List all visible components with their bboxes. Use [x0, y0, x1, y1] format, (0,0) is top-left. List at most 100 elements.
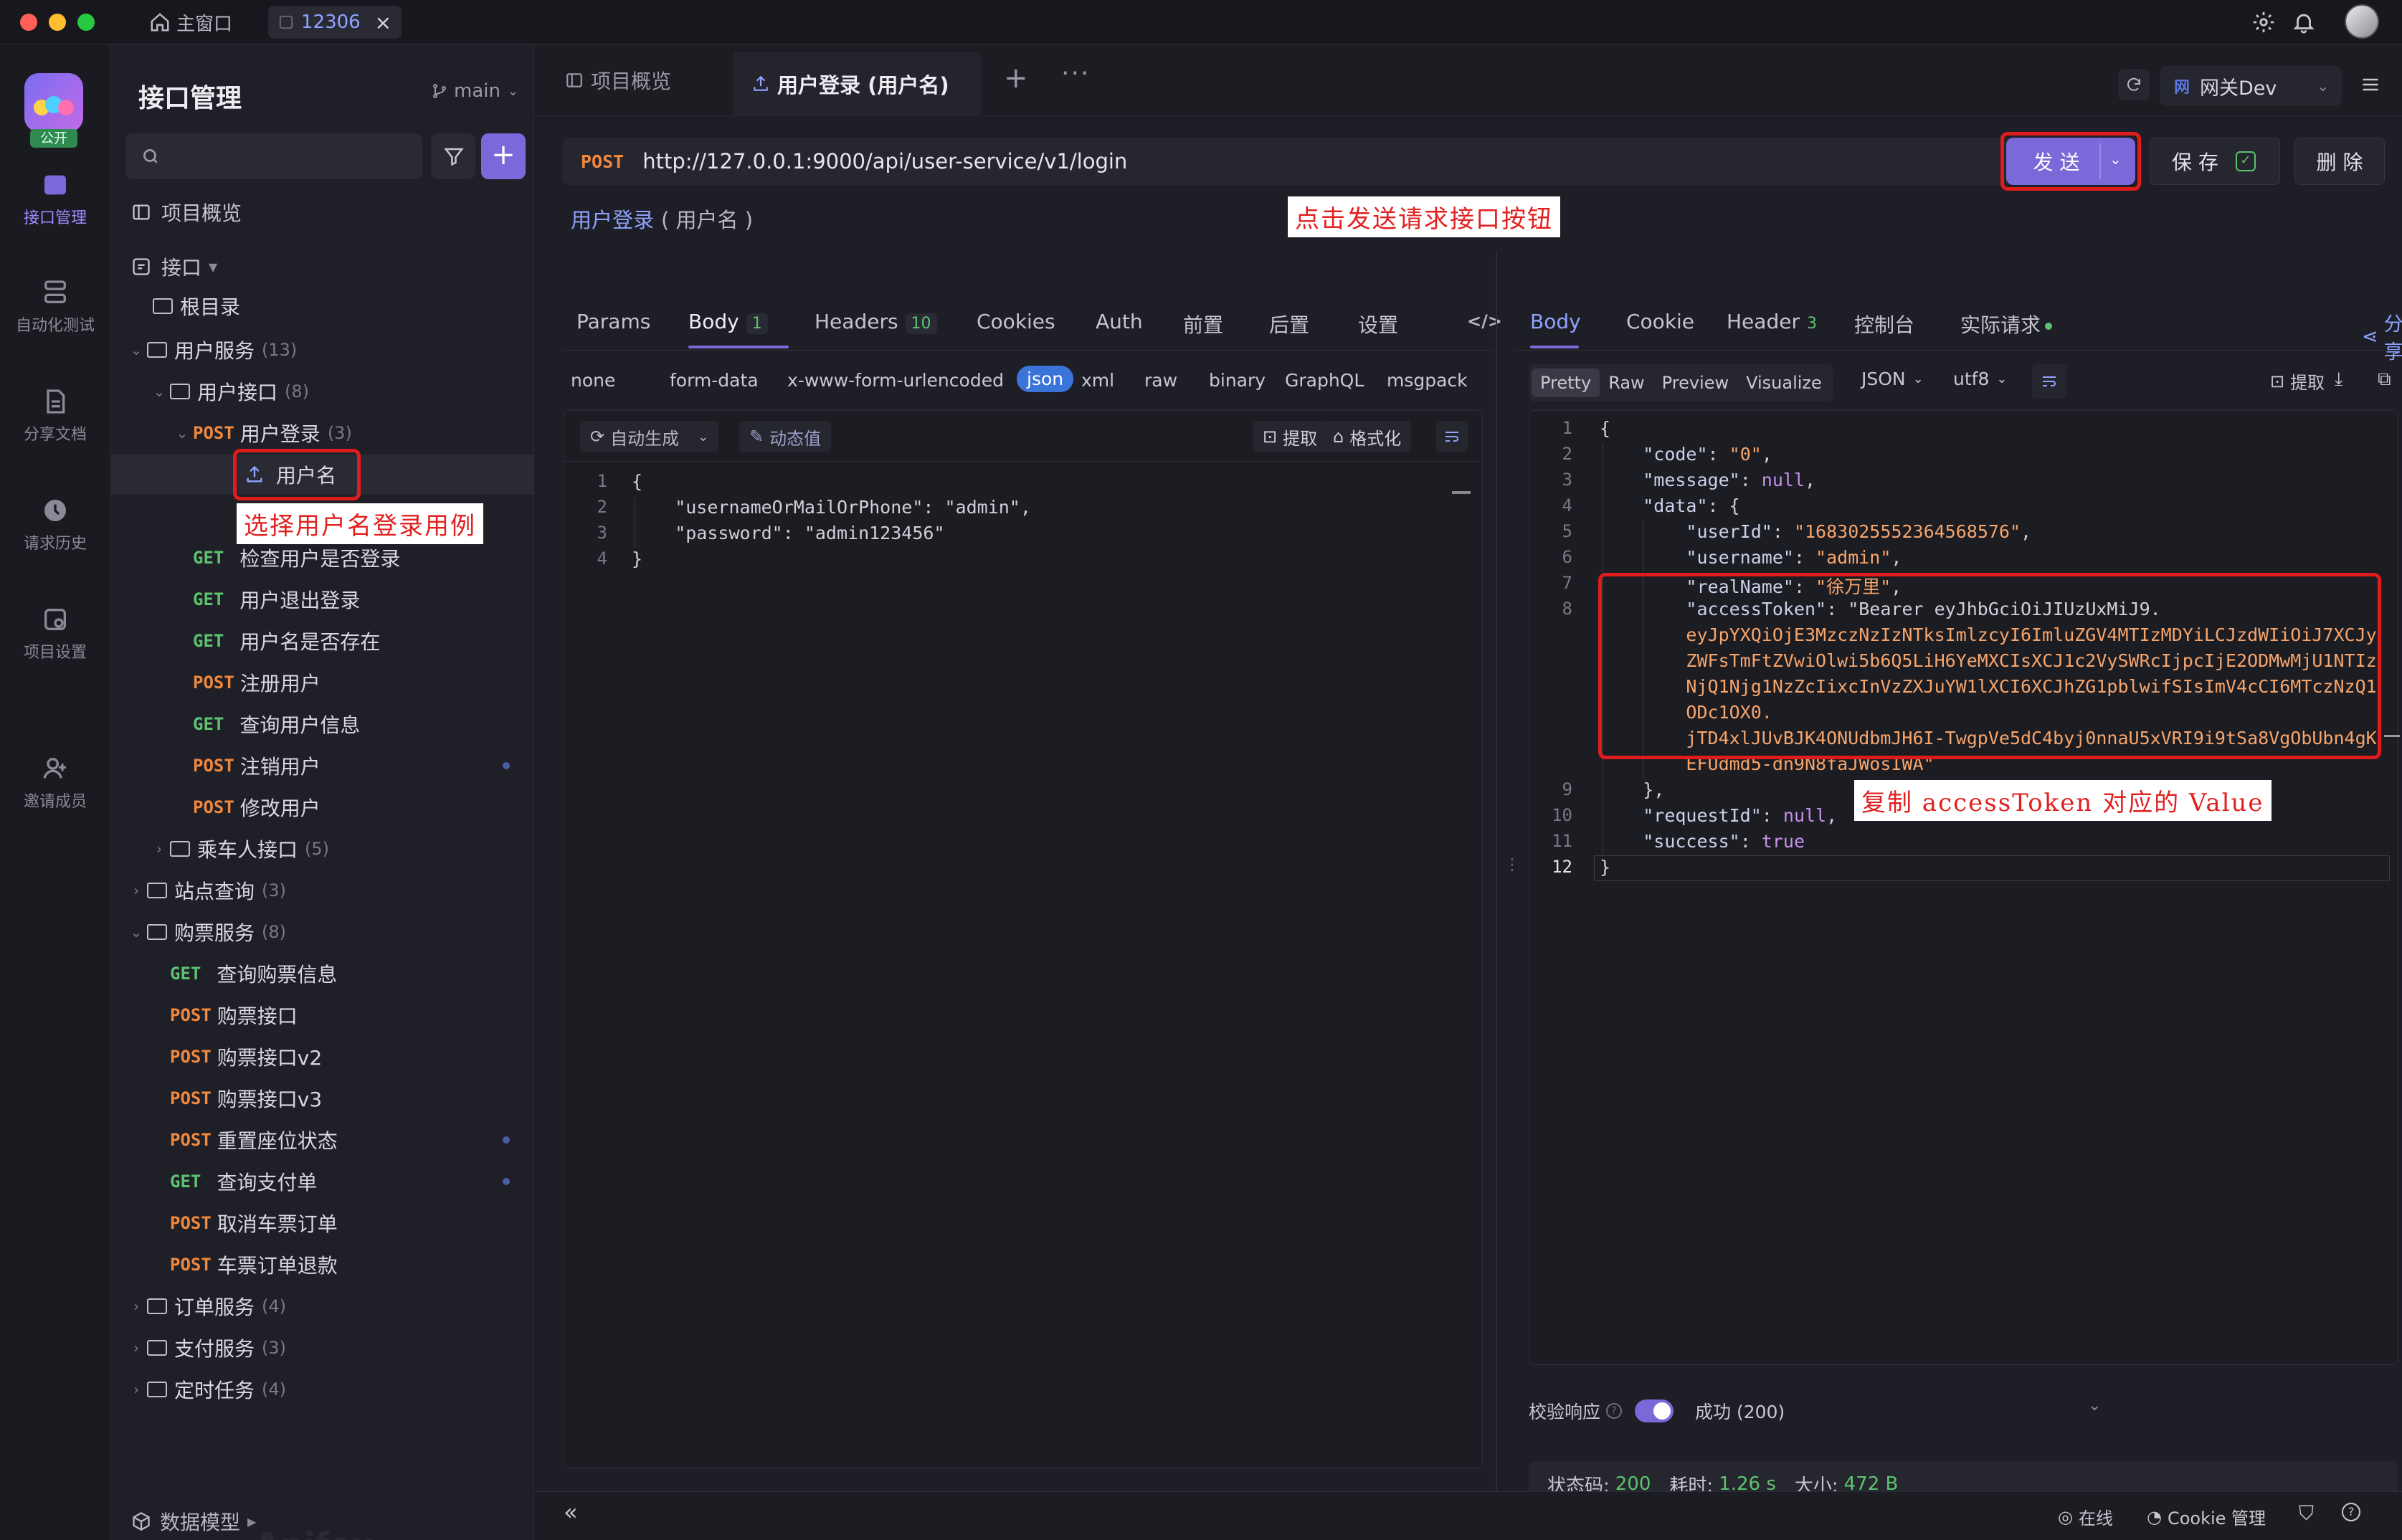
new-tab-plus-icon[interactable]: + — [1004, 62, 1028, 95]
extract-button[interactable]: ⊡ 提取 — [1253, 421, 1328, 452]
tree-folder[interactable]: ⌄ 用户服务 (13) — [125, 330, 298, 370]
response-tab[interactable]: Body — [1530, 310, 1581, 348]
tree-api[interactable]: POST 购票接口v3 — [148, 1078, 322, 1118]
response-tab[interactable]: 实际请求 — [1960, 310, 2053, 338]
tree-folder[interactable]: ⌄ 购票服务 (8) — [125, 912, 286, 952]
refresh-button[interactable] — [2118, 69, 2150, 100]
view-option[interactable]: Visualize — [1737, 369, 1831, 397]
copy-icon[interactable]: ⧉ — [2378, 369, 2391, 391]
chevron-right-icon[interactable]: › — [125, 1339, 147, 1356]
project-tab[interactable]: 12306 × — [268, 6, 402, 39]
chevron-down-icon[interactable]: ⌄ — [125, 923, 147, 941]
url-input[interactable]: http://127.0.0.1:9000/api/user-service/v… — [642, 149, 1127, 174]
body-type-option[interactable]: x-www-form-urlencoded — [787, 370, 1004, 391]
help-icon[interactable]: ? — [2342, 1503, 2360, 1521]
rail-item-project-settings[interactable]: 项目设置 — [0, 605, 110, 662]
tree-api[interactable]: POST 购票接口 — [148, 995, 298, 1035]
body-type-option[interactable]: GraphQL — [1285, 370, 1364, 391]
tree-api[interactable]: POST 取消车票订单 — [148, 1203, 338, 1243]
request-tab[interactable]: Cookies — [977, 310, 1055, 333]
chevron-down-icon[interactable]: ⌄ — [171, 424, 193, 442]
online-status[interactable]: ◎ 在线 — [2058, 1504, 2113, 1529]
tree-api[interactable]: POST 注册用户 — [171, 662, 321, 703]
encoding-select[interactable]: utf8 ⌄ — [1953, 369, 2007, 389]
tree-api[interactable]: GET 查询用户信息 — [171, 704, 360, 744]
more-tabs-icon[interactable]: ··· — [1061, 59, 1090, 88]
minimize-window-button[interactable] — [49, 14, 66, 31]
delete-button[interactable]: 删 除 — [2294, 138, 2385, 185]
rail-item-history[interactable]: 请求历史 — [0, 496, 110, 553]
body-type-option[interactable]: form-data — [670, 370, 759, 391]
tree-folder[interactable]: › 订单服务 (4) — [125, 1286, 286, 1326]
menu-button[interactable] — [2355, 69, 2386, 100]
wrap-toggle[interactable] — [2032, 364, 2066, 399]
request-tab[interactable]: 后置 — [1269, 310, 1309, 338]
data-model[interactable]: 数据模型 ▶ — [131, 1507, 256, 1536]
extract-button[interactable]: ⊡ 提取 — [2270, 369, 2325, 394]
tree-api[interactable]: GET 用户名是否存在 — [171, 621, 380, 661]
dynamic-value-button[interactable]: ✎ 动态值 — [739, 421, 832, 452]
rail-item-api[interactable]: 接口管理 — [0, 171, 110, 228]
close-window-button[interactable] — [20, 14, 37, 31]
chevron-down-icon[interactable]: ⌄ — [125, 341, 147, 358]
request-tab[interactable]: 前置 — [1183, 310, 1223, 338]
request-tab[interactable]: 设置 — [1358, 310, 1398, 338]
user-avatar[interactable] — [2345, 4, 2379, 39]
body-type-option[interactable]: raw — [1144, 370, 1177, 391]
home-tab[interactable]: 主窗口 — [149, 7, 232, 37]
panel-splitter[interactable] — [1496, 251, 1497, 1523]
rail-item-share-docs[interactable]: 分享文档 — [0, 387, 110, 445]
tree-api[interactable]: ⌄ POST 用户登录 (3) — [171, 413, 352, 453]
tab-user-login[interactable]: 用户登录 (用户名) — [733, 52, 981, 116]
chevron-right-icon[interactable]: › — [125, 882, 147, 899]
tree-api[interactable]: GET 查询购票信息 — [148, 954, 337, 994]
response-tab[interactable]: 控制台 — [1854, 310, 1914, 338]
format-select[interactable]: JSON ⌄ — [1861, 369, 1924, 389]
tab-project-overview[interactable]: 项目概览 — [565, 66, 671, 95]
auto-generate-button[interactable]: ⟳ 自动生成 ⌄ — [580, 421, 719, 452]
breadcrumb-link[interactable]: 用户登录 — [571, 204, 654, 234]
tree-folder[interactable]: › 定时任务 (4) — [125, 1369, 286, 1410]
body-type-option[interactable]: msgpack — [1387, 370, 1468, 391]
share-button[interactable]: ⋖ 分享 — [2362, 308, 2402, 364]
tree-folder[interactable]: › 乘车人接口 (5) — [148, 829, 329, 869]
bell-icon[interactable] — [2292, 10, 2316, 34]
wrap-toggle[interactable] — [1436, 421, 1468, 452]
save-button[interactable]: 保 存 ✓ — [2150, 138, 2280, 185]
tree-api[interactable]: GET 用户退出登录 — [171, 579, 360, 619]
request-tab[interactable]: Auth — [1096, 310, 1143, 333]
tree-api[interactable]: POST 修改用户 — [171, 787, 321, 827]
tree-api[interactable]: GET 查询支付单 — [148, 1161, 317, 1202]
chevron-down-icon[interactable]: ⌄ — [148, 383, 170, 400]
response-tab[interactable]: Cookie — [1626, 310, 1694, 333]
method-select[interactable]: POST — [581, 151, 624, 172]
chevron-right-icon[interactable]: › — [125, 1298, 147, 1315]
format-button[interactable]: ⌂ 格式化 — [1323, 421, 1412, 452]
environment-select[interactable]: 网 网关Dev ⌄ — [2160, 66, 2342, 106]
request-tab[interactable]: Headers 10 — [815, 310, 937, 334]
request-body-code[interactable]: 1 {2 "usernameOrMailOrPhone": "admin", 3 "… — [564, 471, 1482, 586]
tree-api[interactable]: POST 购票接口v2 — [148, 1037, 322, 1077]
rail-item-invite[interactable]: 邀请成员 — [0, 754, 110, 812]
tree-folder[interactable]: › 站点查询 (3) — [125, 870, 286, 911]
response-tab[interactable]: Header 3 — [1727, 310, 1817, 333]
request-tab[interactable]: Params — [576, 310, 650, 333]
view-option[interactable]: Raw — [1600, 369, 1653, 397]
view-option[interactable]: Pretty — [1532, 369, 1600, 397]
body-type-option[interactable]: xml — [1081, 370, 1114, 391]
request-tab[interactable]: Body 1 — [688, 310, 789, 348]
tree-folder[interactable]: ⌄ 用户接口 (8) — [148, 371, 309, 412]
project-logo[interactable] — [24, 73, 83, 132]
body-type-option[interactable]: binary — [1209, 370, 1266, 391]
collapse-sidebar-icon[interactable]: « — [564, 1498, 578, 1526]
body-type-option[interactable]: json — [1017, 366, 1074, 392]
rail-item-automation[interactable]: 自动化测试 — [0, 278, 110, 336]
url-bar[interactable]: POST http://127.0.0.1:9000/api/user-serv… — [562, 138, 2018, 185]
maximize-window-button[interactable] — [77, 14, 95, 31]
validate-toggle[interactable] — [1635, 1399, 1674, 1422]
cookie-manager[interactable]: ◔ Cookie 管理 — [2147, 1504, 2266, 1529]
view-option[interactable]: Preview — [1653, 369, 1737, 397]
download-icon[interactable]: ⤓ — [2335, 369, 2343, 391]
tree-api[interactable]: POST 车票订单退款 — [148, 1245, 338, 1285]
shirt-icon[interactable]: ⛉ — [2299, 1501, 2314, 1526]
